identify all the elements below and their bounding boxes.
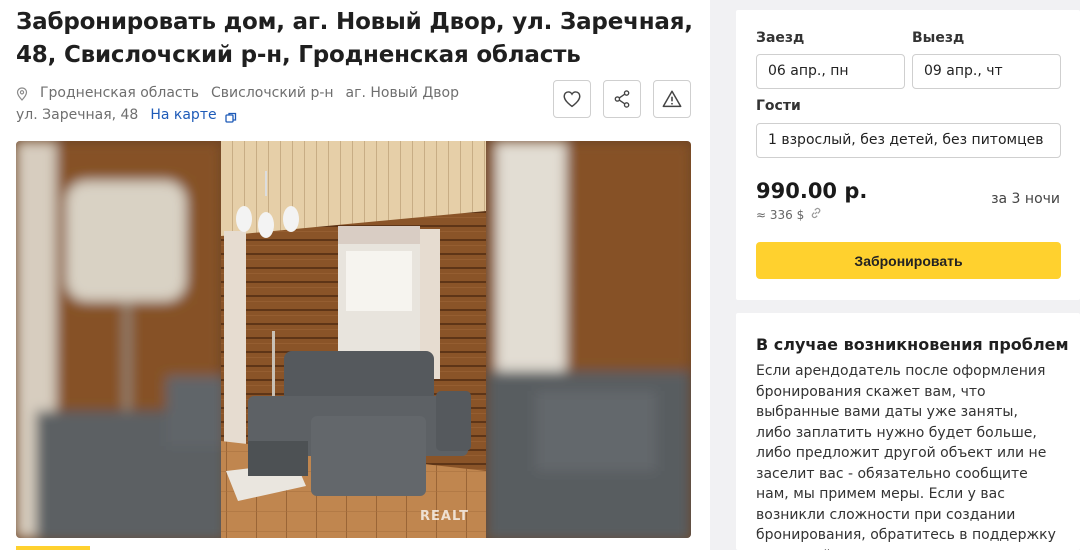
room-photo bbox=[16, 141, 691, 538]
favorite-button[interactable] bbox=[553, 80, 591, 118]
checkout-field[interactable]: 09 апр., чт bbox=[912, 54, 1061, 89]
checkin-label: Заезд bbox=[756, 30, 805, 46]
checkout-label: Выезд bbox=[912, 30, 965, 46]
link-icon[interactable] bbox=[810, 207, 822, 222]
yellow-accent-strip bbox=[16, 546, 90, 550]
address-region[interactable]: Гродненская область bbox=[40, 82, 199, 104]
copy-icon[interactable] bbox=[224, 109, 237, 123]
address-settlement[interactable]: аг. Новый Двор bbox=[346, 82, 459, 104]
problems-text: Если арендодатель после оформления брони… bbox=[756, 363, 1056, 550]
address-block: Гродненская область Свислочский р-н аг. … bbox=[16, 82, 459, 126]
map-link-label[interactable]: На карте bbox=[150, 104, 216, 126]
price-usd: ≈ 336 $ bbox=[756, 207, 822, 222]
listing-panel: Забронировать дом, аг. Новый Двор, ул. З… bbox=[0, 0, 710, 550]
share-button[interactable] bbox=[603, 80, 641, 118]
location-pin-icon bbox=[16, 86, 28, 101]
price-usd-value: ≈ 336 $ bbox=[756, 207, 805, 222]
photo-gallery[interactable]: REALT bbox=[16, 141, 691, 538]
problems-card: В случае возникновения проблем Если арен… bbox=[736, 313, 1080, 550]
page-title: Забронировать дом, аг. Новый Двор, ул. З… bbox=[16, 9, 693, 68]
warning-icon bbox=[662, 90, 682, 108]
guests-field[interactable]: 1 взрослый, без детей, без питомцев bbox=[756, 123, 1061, 158]
price-value: 990.00 р. bbox=[756, 179, 868, 203]
address-street: ул. Заречная, 48 bbox=[16, 107, 139, 123]
address-district[interactable]: Свислочский р-н bbox=[211, 82, 334, 104]
checkin-field[interactable]: 06 апр., пн bbox=[756, 54, 905, 89]
book-button[interactable]: Забронировать bbox=[756, 242, 1061, 279]
watermark: REALT bbox=[420, 509, 469, 524]
problems-title: В случае возникновения проблем bbox=[756, 335, 1069, 354]
guests-label: Гости bbox=[756, 98, 801, 114]
heart-icon bbox=[563, 91, 581, 108]
booking-card: Заезд Выезд 06 апр., пн 09 апр., чт Гост… bbox=[736, 10, 1080, 300]
map-link[interactable]: На карте bbox=[150, 104, 236, 126]
share-icon bbox=[614, 90, 630, 108]
report-button[interactable] bbox=[653, 80, 691, 118]
nights-count: за 3 ночи bbox=[991, 191, 1060, 207]
